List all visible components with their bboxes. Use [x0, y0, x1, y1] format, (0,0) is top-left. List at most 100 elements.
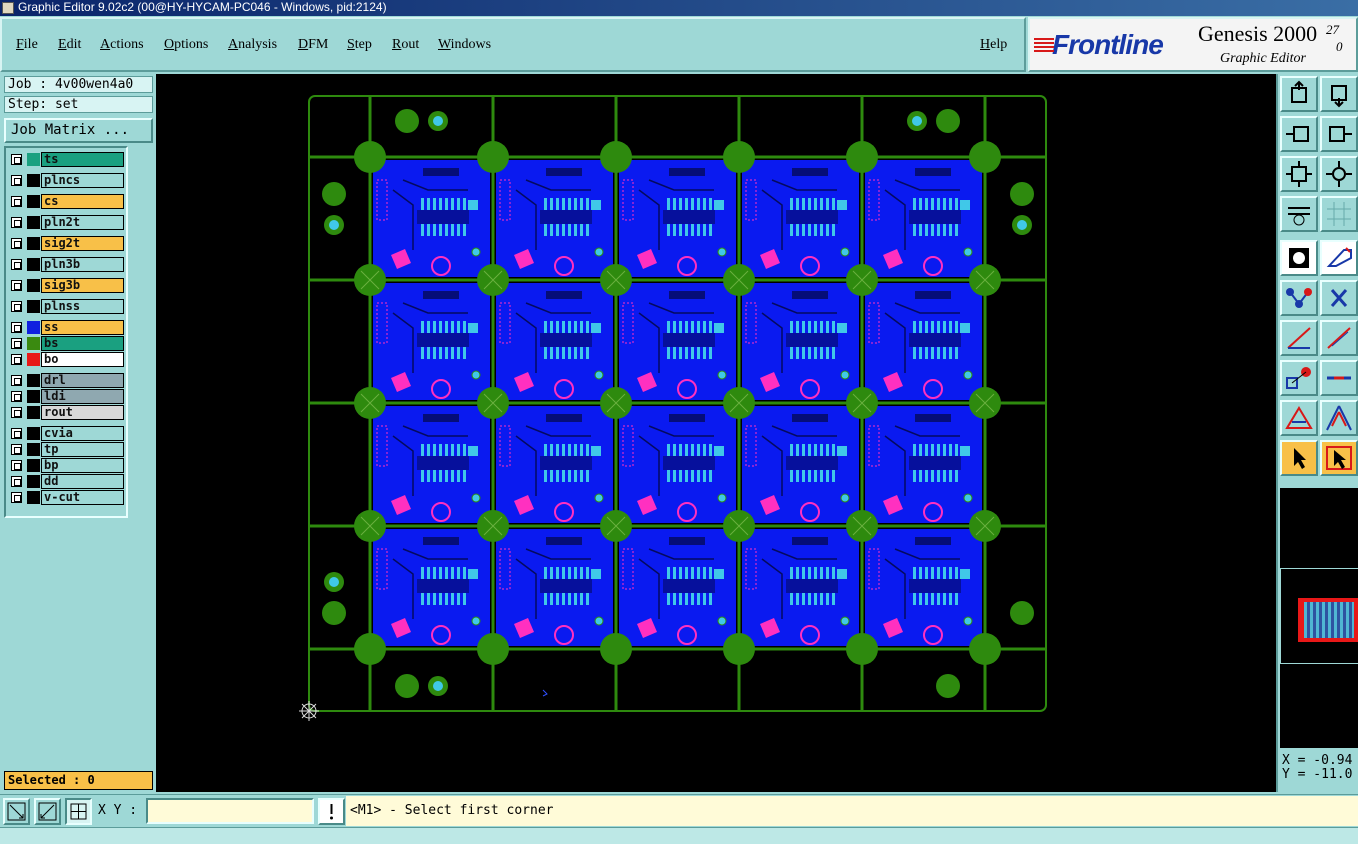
layer-checkbox[interactable] — [11, 338, 22, 349]
select-pointer-button[interactable] — [1280, 440, 1318, 476]
menu-windows[interactable]: Windows — [438, 37, 491, 53]
layer-checkbox[interactable] — [11, 322, 22, 333]
layer-checkbox[interactable] — [11, 428, 22, 439]
menu-actions[interactable]: Actions — [100, 37, 144, 53]
layer-color-swatch[interactable] — [27, 374, 40, 387]
menu-options[interactable]: Options — [164, 37, 208, 53]
job-matrix-button[interactable]: Job Matrix ... — [4, 118, 153, 143]
delete-tool-button[interactable] — [1320, 280, 1358, 316]
layer-color-swatch[interactable] — [27, 216, 40, 229]
select-area-button[interactable] — [1320, 440, 1358, 476]
layer-checkbox[interactable] — [11, 460, 22, 471]
arc-tool-button[interactable] — [1280, 320, 1318, 356]
layer-color-swatch[interactable] — [27, 353, 40, 366]
layer-color-swatch[interactable] — [27, 427, 40, 440]
pan-right-button[interactable] — [1320, 116, 1358, 152]
layer-color-swatch[interactable] — [27, 300, 40, 313]
menu-analysis[interactable]: Analysis — [228, 37, 277, 53]
layer-color-swatch[interactable] — [27, 459, 40, 472]
menu-dfm[interactable]: DFM — [298, 37, 328, 53]
layer-color-swatch[interactable] — [27, 491, 40, 504]
warning-icon[interactable] — [318, 798, 345, 825]
peak-tool-button[interactable] — [1320, 400, 1358, 436]
smd-pad — [925, 224, 928, 236]
layer-name[interactable]: pln3b — [41, 257, 124, 272]
zoom-window-icon[interactable] — [3, 798, 30, 825]
line-tool-button[interactable] — [1280, 280, 1318, 316]
layer-color-swatch[interactable] — [27, 443, 40, 456]
measure-icon[interactable] — [34, 798, 61, 825]
layer-checkbox[interactable] — [11, 175, 22, 186]
layer-checkbox[interactable] — [11, 375, 22, 386]
smd-pad — [556, 444, 559, 456]
layer-name[interactable]: ss — [41, 320, 124, 335]
snap-tool-button[interactable] — [1280, 360, 1318, 396]
layer-checkbox[interactable] — [11, 301, 22, 312]
snap-grid-icon[interactable] — [65, 798, 92, 825]
menu-file[interactable]: File — [16, 37, 38, 53]
split-tool-button[interactable] — [1320, 360, 1358, 396]
layer-name[interactable]: rout — [41, 405, 124, 420]
layer-checkbox[interactable] — [11, 492, 22, 503]
layer-name[interactable]: ts — [41, 152, 124, 167]
layer-color-swatch[interactable] — [27, 258, 40, 271]
zoom-home-button[interactable] — [1280, 76, 1318, 112]
measure-tool-button[interactable] — [1280, 196, 1318, 232]
layer-checkbox[interactable] — [11, 217, 22, 228]
surface-tool-button[interactable] — [1320, 240, 1358, 276]
pcb-panel-view[interactable] — [156, 74, 1276, 792]
layer-name[interactable]: ldi — [41, 389, 124, 404]
layer-name[interactable]: plncs — [41, 173, 124, 188]
menu-rout[interactable]: Rout — [392, 37, 419, 53]
zoom-center-button[interactable] — [1320, 156, 1358, 192]
layer-color-swatch[interactable] — [27, 237, 40, 250]
zoom-back-button[interactable] — [1320, 76, 1358, 112]
layer-color-swatch[interactable] — [27, 153, 40, 166]
layer-checkbox[interactable] — [11, 407, 22, 418]
layer-color-swatch[interactable] — [27, 406, 40, 419]
layer-color-swatch[interactable] — [27, 390, 40, 403]
layer-checkbox[interactable] — [11, 238, 22, 249]
smd-pad — [697, 593, 700, 605]
layer-color-swatch[interactable] — [27, 475, 40, 488]
layer-name[interactable]: bo — [41, 352, 124, 367]
layer-color-swatch[interactable] — [27, 321, 40, 334]
layer-checkbox[interactable] — [11, 259, 22, 270]
layer-name[interactable]: pln2t — [41, 215, 124, 230]
layer-checkbox[interactable] — [11, 354, 22, 365]
layer-name[interactable]: drl — [41, 373, 124, 388]
layer-checkbox[interactable] — [11, 444, 22, 455]
triangle-tool-button[interactable] — [1280, 400, 1318, 436]
pad-tool-button[interactable] — [1280, 240, 1318, 276]
layer-checkbox[interactable] — [11, 196, 22, 207]
pan-left-button[interactable] — [1280, 116, 1318, 152]
layer-color-swatch[interactable] — [27, 174, 40, 187]
graphic-canvas[interactable] — [156, 74, 1276, 792]
ic-body — [909, 210, 961, 224]
layer-color-swatch[interactable] — [27, 279, 40, 292]
grid-button[interactable] — [1320, 196, 1358, 232]
layer-name[interactable]: sig2t — [41, 236, 124, 251]
layer-checkbox[interactable] — [11, 154, 22, 165]
layer-color-swatch[interactable] — [27, 337, 40, 350]
menu-help[interactable]: Help — [980, 37, 1007, 53]
diagonal-tool-button[interactable] — [1320, 320, 1358, 356]
layer-name[interactable]: cvia — [41, 426, 124, 441]
layer-checkbox[interactable] — [11, 391, 22, 402]
xy-input[interactable] — [146, 798, 314, 824]
layer-name[interactable]: sig3b — [41, 278, 124, 293]
menu-step[interactable]: Step — [347, 37, 372, 53]
layer-name[interactable]: plnss — [41, 299, 124, 314]
layer-name[interactable]: v-cut — [41, 490, 124, 505]
layer-name[interactable]: bs — [41, 336, 124, 351]
zoom-fit-button[interactable] — [1280, 156, 1318, 192]
menu-edit[interactable]: Edit — [58, 37, 81, 53]
layer-name[interactable]: tp — [41, 442, 124, 457]
layer-checkbox[interactable] — [11, 476, 22, 487]
layer-name[interactable]: cs — [41, 194, 124, 209]
layer-name[interactable]: bp — [41, 458, 124, 473]
mini-map[interactable] — [1280, 488, 1358, 748]
layer-name[interactable]: dd — [41, 474, 124, 489]
layer-color-swatch[interactable] — [27, 195, 40, 208]
layer-checkbox[interactable] — [11, 280, 22, 291]
